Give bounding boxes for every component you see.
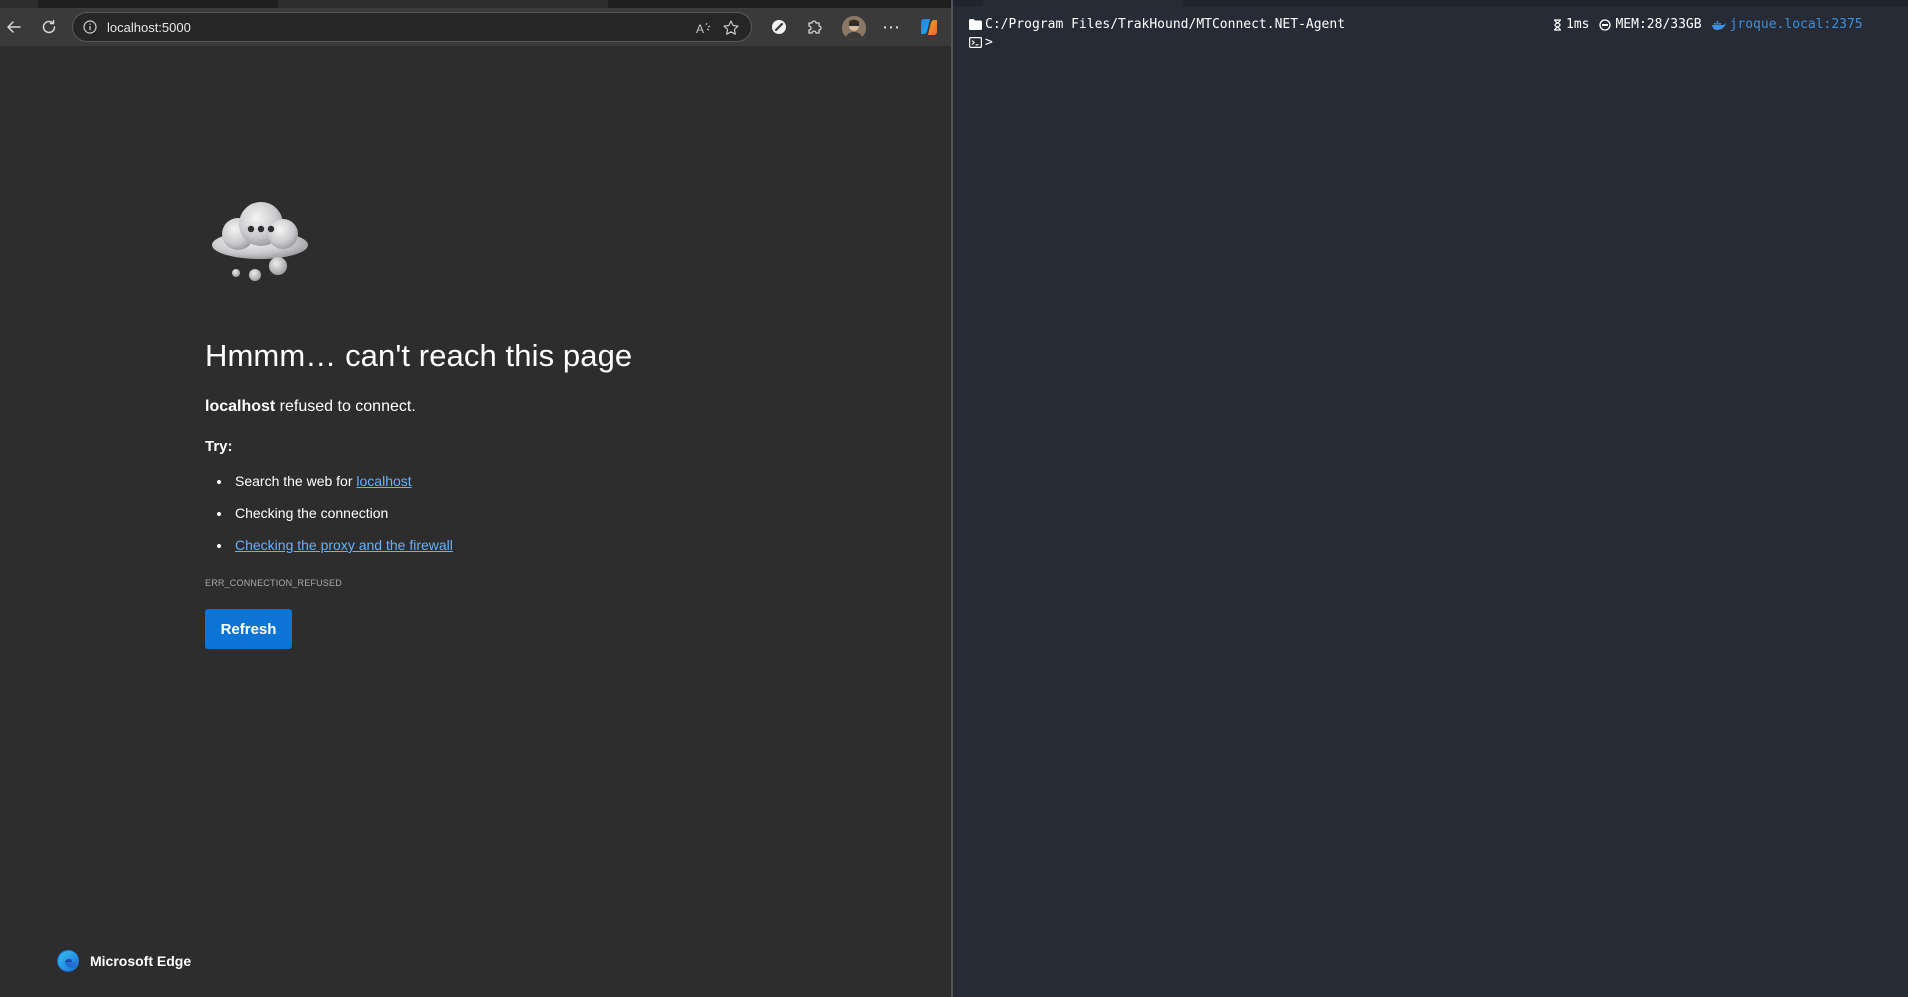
tracking-prevention-button[interactable] bbox=[765, 13, 793, 41]
svg-text:A: A bbox=[696, 22, 704, 36]
profile-avatar[interactable] bbox=[842, 16, 866, 40]
error-code: ERR_CONNECTION_REFUSED bbox=[205, 578, 342, 588]
suggestion-search: Search the web for localhost bbox=[205, 468, 453, 500]
cloud-illustration bbox=[212, 202, 308, 281]
edge-logo-icon bbox=[57, 950, 79, 972]
current-path: C:/Program Files/TrakHound/MTConnect.NET… bbox=[985, 17, 1346, 32]
check-connection-text: Checking the connection bbox=[235, 505, 389, 521]
refresh-icon bbox=[42, 19, 56, 34]
prompt-input-line[interactable]: > bbox=[969, 35, 993, 50]
copilot-icon bbox=[921, 19, 937, 35]
tab-strip bbox=[0, 0, 951, 8]
command-duration: 1ms bbox=[1566, 17, 1590, 32]
refresh-page-button[interactable] bbox=[35, 13, 63, 41]
hourglass-icon bbox=[1554, 18, 1561, 31]
terminal-tab[interactable] bbox=[983, 0, 1183, 6]
url-text[interactable]: localhost:5000 bbox=[107, 20, 191, 35]
star-icon bbox=[723, 20, 739, 35]
terminal-prompt-icon bbox=[969, 37, 982, 48]
suggestion-list: Search the web for localhost Checking th… bbox=[205, 468, 453, 564]
suggestion-check-proxy: Checking the proxy and the firewall bbox=[205, 532, 453, 564]
terminal-tab-bar bbox=[953, 0, 1908, 6]
try-label: Try: bbox=[205, 438, 233, 455]
error-title: Hmmm… can't reach this page bbox=[205, 338, 633, 373]
prompt-line: C:/Program Files/TrakHound/MTConnect.NET… bbox=[969, 17, 1345, 32]
error-description: localhost refused to connect. bbox=[205, 398, 416, 416]
edge-brand-name: Microsoft Edge bbox=[90, 953, 192, 969]
info-circle-icon[interactable] bbox=[83, 20, 97, 34]
prompt-status: 1ms MEM:28/33GB jroque.local:2375 bbox=[1553, 17, 1863, 32]
error-host: localhost bbox=[205, 398, 276, 415]
prompt-char: > bbox=[985, 35, 993, 50]
more-options-button[interactable]: ⋯ bbox=[877, 13, 905, 41]
extensions-button[interactable] bbox=[800, 13, 828, 41]
read-aloud-button[interactable]: A bbox=[693, 17, 715, 39]
avatar-icon bbox=[842, 16, 866, 40]
memory-usage: MEM:28/33GB bbox=[1615, 17, 1702, 32]
browser-toolbar: localhost:5000 A ⋯ bbox=[0, 8, 951, 46]
browser-window: localhost:5000 A ⋯ Hmmm… can't reach thi… bbox=[0, 0, 951, 997]
check-proxy-firewall-link[interactable]: Checking the proxy and the firewall bbox=[235, 537, 453, 553]
tab-active[interactable] bbox=[278, 0, 608, 8]
puzzle-icon bbox=[808, 20, 822, 34]
edge-branding: Microsoft Edge bbox=[56, 949, 191, 973]
tab-left[interactable] bbox=[0, 0, 38, 8]
more-dots-icon: ⋯ bbox=[882, 16, 900, 37]
refresh-button[interactable]: Refresh bbox=[205, 609, 292, 649]
docker-host: jroque.local:2375 bbox=[1729, 17, 1863, 32]
back-button[interactable] bbox=[0, 13, 28, 41]
favorite-button[interactable] bbox=[720, 17, 742, 39]
terminal-window[interactable]: C:/Program Files/TrakHound/MTConnect.NET… bbox=[953, 0, 1908, 997]
error-description-suffix: refused to connect. bbox=[275, 398, 416, 415]
memory-icon bbox=[1599, 18, 1612, 31]
tracking-prevention-icon bbox=[772, 20, 786, 34]
suggestion-check-connection: Checking the connection bbox=[205, 500, 453, 532]
copilot-button[interactable] bbox=[915, 13, 943, 41]
read-aloud-icon: A bbox=[696, 22, 711, 36]
docker-icon bbox=[1711, 20, 1726, 30]
arrow-left-icon bbox=[7, 21, 21, 33]
search-localhost-link[interactable]: localhost bbox=[356, 473, 411, 489]
folder-icon bbox=[969, 19, 982, 30]
address-bar[interactable]: localhost:5000 A bbox=[72, 12, 752, 42]
suggestion-search-prefix: Search the web for bbox=[235, 473, 357, 489]
